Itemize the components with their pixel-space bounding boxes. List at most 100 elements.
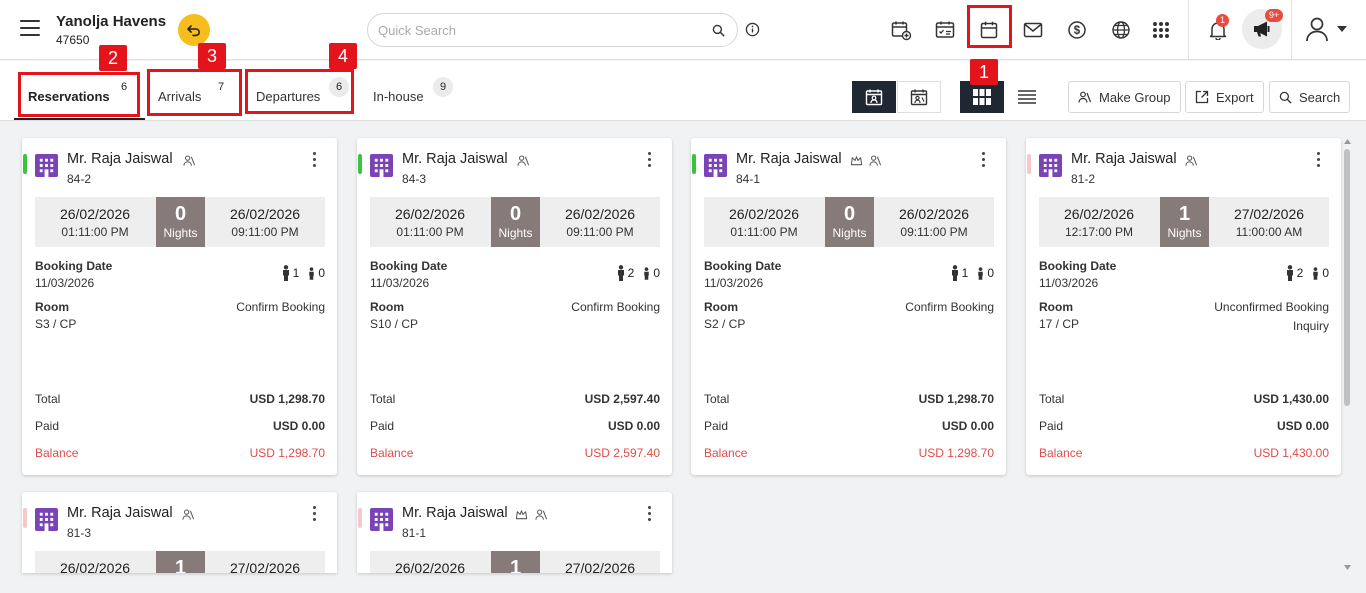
child-icon xyxy=(644,266,650,280)
reservation-id: 84-1 xyxy=(736,172,761,186)
nights-label: Nights xyxy=(498,226,533,240)
undo-icon xyxy=(187,25,200,37)
booking-date-label: Booking Date xyxy=(370,259,448,273)
paid-value: USD 0.00 xyxy=(272,419,325,433)
guest-name[interactable]: Mr. Raja Jaiswal xyxy=(402,505,508,521)
hotel-icon xyxy=(1039,154,1062,177)
balance-row: Balance USD 1,298.70 xyxy=(704,446,994,460)
search-button[interactable]: Search xyxy=(1269,81,1351,113)
scrollbar-thumb[interactable] xyxy=(1344,149,1350,406)
nights-count: 1 xyxy=(174,557,187,573)
crown-icon xyxy=(850,156,863,166)
more-options-icon[interactable] xyxy=(311,506,317,526)
announcements-badge: 9+ xyxy=(1265,9,1284,22)
booking-date-label: Booking Date xyxy=(1039,259,1117,273)
arrival: 26/02/2026 xyxy=(35,560,155,573)
paid-value: USD 0.00 xyxy=(941,419,994,433)
tab-label: Reservations xyxy=(28,89,110,104)
booking-date: 11/03/2026 xyxy=(35,276,95,290)
back-button[interactable] xyxy=(178,14,210,46)
arrival-date: 26/02/2026 xyxy=(394,560,466,573)
reservation-card[interactable]: Mr. Raja Jaiswal 81-2 26/02/2026 12:17:00… xyxy=(1026,138,1341,475)
tab-count: 9 xyxy=(433,77,453,97)
user-menu[interactable] xyxy=(1305,16,1347,42)
scroll-up-arrow[interactable] xyxy=(1344,139,1351,144)
search-icon[interactable] xyxy=(712,24,725,37)
more-options-icon[interactable] xyxy=(1315,152,1321,172)
grid-view-button[interactable] xyxy=(960,81,1004,113)
arrival-date: 26/02/2026 xyxy=(1063,206,1135,222)
booking-date: 11/03/2026 xyxy=(704,276,764,290)
dollar-icon: $ xyxy=(1068,21,1086,39)
quick-search-input[interactable] xyxy=(378,21,698,39)
more-options-icon[interactable] xyxy=(646,506,652,526)
departure-view-button[interactable] xyxy=(897,81,941,113)
tab-label: In-house xyxy=(373,89,424,104)
reservation-card[interactable]: Mr. Raja Jaiswal 84-3 26/02/2026 01:11:00… xyxy=(357,138,672,475)
make-group-button[interactable]: Make Group xyxy=(1068,81,1181,113)
arrival: 26/02/2026 xyxy=(370,560,490,573)
reservation-card[interactable]: Mr. Raja Jaiswal 84-2 26/02/2026 01:11:00… xyxy=(22,138,337,475)
export-icon xyxy=(1195,90,1209,104)
status-bar xyxy=(23,154,27,174)
reservation-card[interactable]: Mr. Raja Jaiswal 81-3 26/02/2026 1 27/02… xyxy=(22,492,337,573)
arrival-view-button[interactable] xyxy=(852,81,896,113)
tab-bar: Reservations 6 Arrivals 7 Departures 6 I… xyxy=(0,61,1366,121)
make-group-label: Make Group xyxy=(1099,89,1171,105)
hotel-name: Yanolja Havens xyxy=(56,13,167,30)
currency-button[interactable]: $ xyxy=(1060,13,1094,47)
guest-name[interactable]: Mr. Raja Jaiswal xyxy=(67,151,173,167)
total-label: Total xyxy=(35,392,61,406)
more-options-icon[interactable] xyxy=(646,152,652,172)
hotel-icon xyxy=(370,508,393,531)
arrival-date: 26/02/2026 xyxy=(728,206,800,222)
calendar-plus-icon xyxy=(891,21,912,41)
adult-icon xyxy=(617,265,624,281)
calendar-check-icon xyxy=(935,21,955,38)
info-icon[interactable] xyxy=(745,22,760,37)
guest-name[interactable]: Mr. Raja Jaiswal xyxy=(1071,151,1177,167)
room-value: S10 / CP xyxy=(370,317,419,331)
guest-name[interactable]: Mr. Raja Jaiswal xyxy=(736,151,842,167)
balance-label: Balance xyxy=(1039,446,1083,460)
export-button[interactable]: Export xyxy=(1185,81,1264,113)
balance-value: USD 1,298.70 xyxy=(918,446,994,460)
arrival: 26/02/2026 01:11:00 PM xyxy=(35,206,155,239)
add-reservation-button[interactable] xyxy=(884,13,918,47)
total-value: USD 1,298.70 xyxy=(918,392,994,406)
scroll-down-arrow[interactable] xyxy=(1344,565,1351,570)
booking-status: Confirm Booking xyxy=(236,300,325,314)
total-label: Total xyxy=(370,392,396,406)
reservation-id: 84-2 xyxy=(67,172,92,186)
departure-date: 27/02/2026 xyxy=(229,560,301,573)
menu-icon[interactable] xyxy=(20,20,40,36)
scrollbar[interactable] xyxy=(1342,137,1352,573)
nights-count: 1 xyxy=(1178,203,1191,225)
guest-name[interactable]: Mr. Raja Jaiswal xyxy=(402,151,508,167)
checklist-button[interactable] xyxy=(928,13,962,47)
arrival-time: 01:11:00 PM xyxy=(61,225,129,239)
annotation-number-2: 2 xyxy=(99,45,127,71)
paid-label: Paid xyxy=(35,419,60,433)
more-options-icon[interactable] xyxy=(311,152,317,172)
calendar-button[interactable] xyxy=(972,13,1006,47)
balance-value: USD 1,298.70 xyxy=(249,446,325,460)
search-icon xyxy=(1279,91,1292,103)
annotation-number-1: 1 xyxy=(970,59,998,85)
guest-name[interactable]: Mr. Raja Jaiswal xyxy=(67,505,173,521)
adult-count: 1 xyxy=(292,266,300,280)
booking-status: Unconfirmed Booking xyxy=(1214,300,1329,314)
room-label: Room xyxy=(370,300,404,314)
total-value: USD 2,597.40 xyxy=(584,392,660,406)
list-view-button[interactable] xyxy=(1005,81,1049,113)
departure-time: 09:11:00 PM xyxy=(566,225,634,239)
reservation-card[interactable]: Mr. Raja Jaiswal 84-1 26/02/2026 01:11:00… xyxy=(691,138,1006,475)
apps-button[interactable] xyxy=(1144,13,1178,47)
more-options-icon[interactable] xyxy=(980,152,986,172)
caret-down-icon xyxy=(1337,26,1347,32)
reservation-card[interactable]: Mr. Raja Jaiswal 81-1 26/02/2026 1 27/02… xyxy=(357,492,672,573)
language-button[interactable] xyxy=(1104,13,1138,47)
reservation-id: 81-1 xyxy=(402,526,427,540)
mail-button[interactable] xyxy=(1016,13,1050,47)
departure: 26/02/2026 09:11:00 PM xyxy=(205,206,325,239)
